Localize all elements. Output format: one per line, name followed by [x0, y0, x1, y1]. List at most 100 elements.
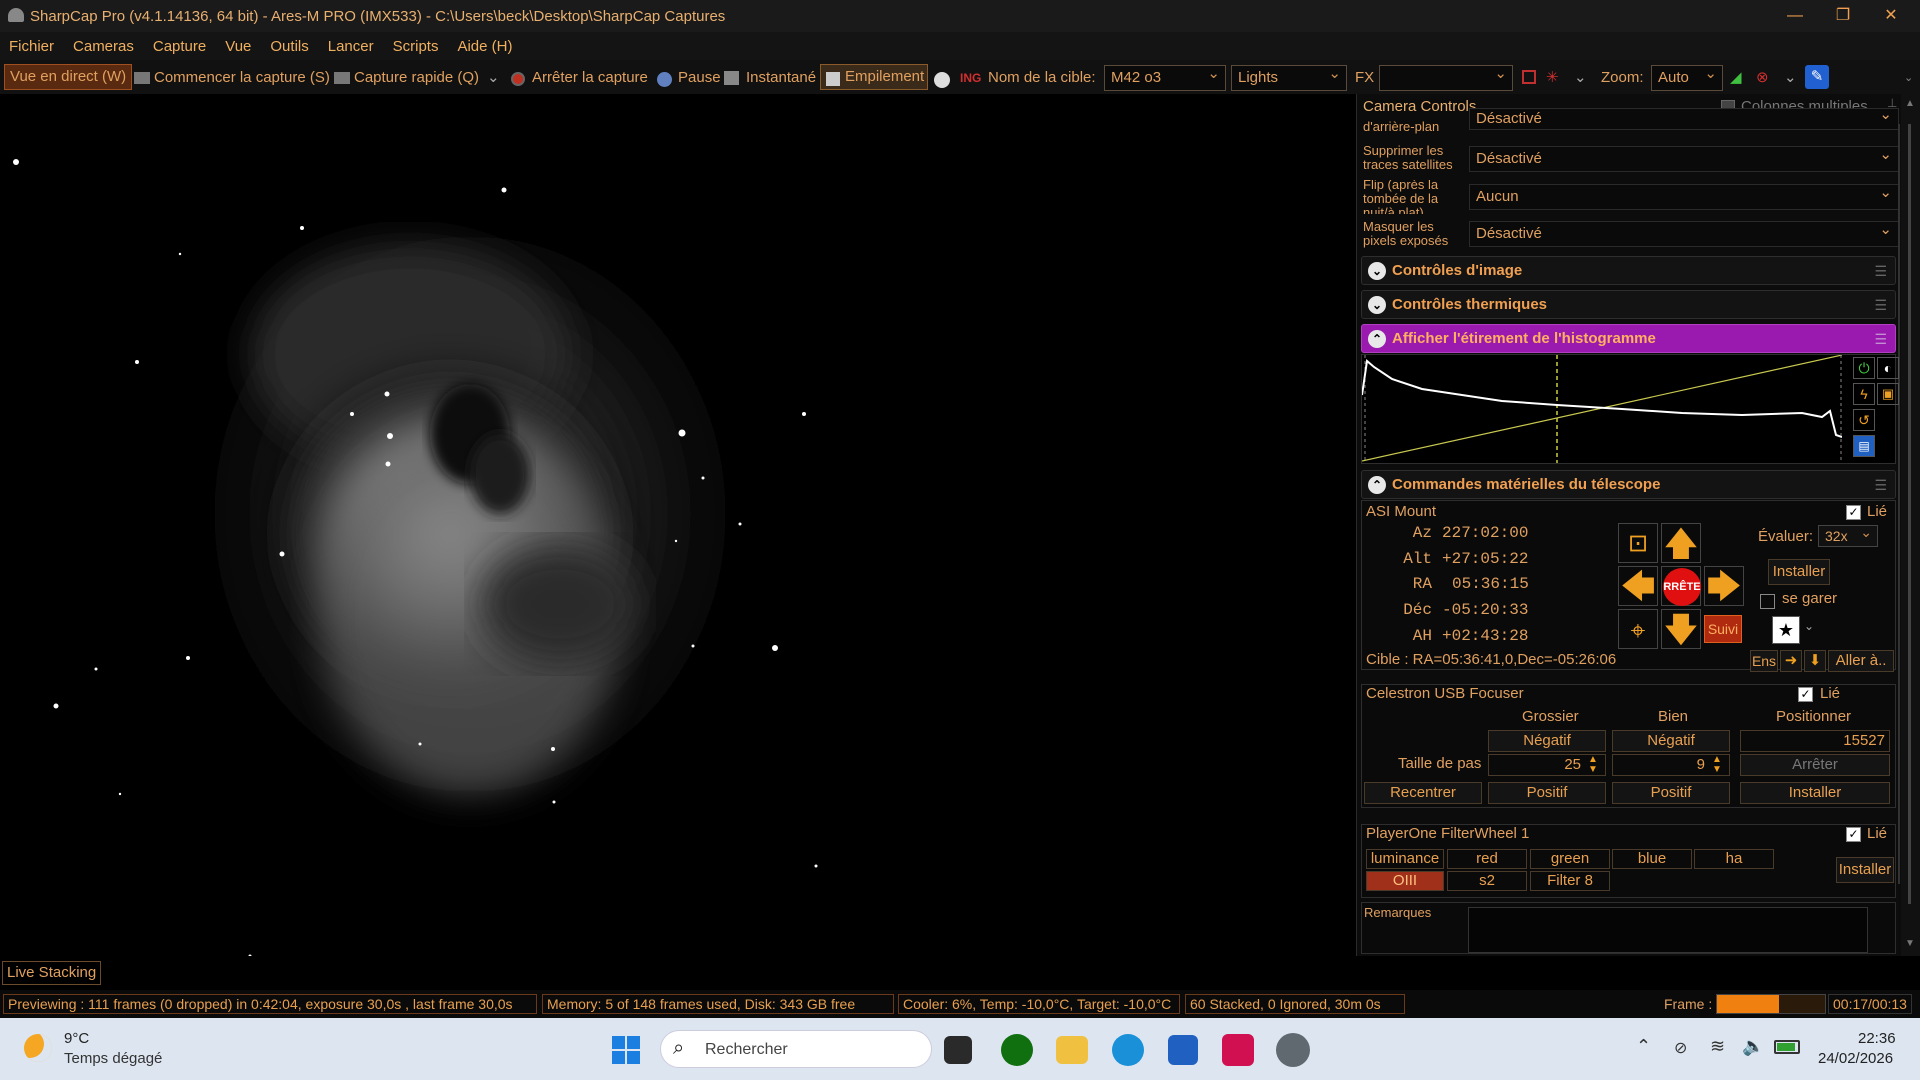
- mount-linked-checkbox[interactable]: ✓: [1846, 505, 1861, 520]
- weather-temp[interactable]: 9°C: [64, 1030, 89, 1047]
- live-view-image[interactable]: [0, 94, 864, 956]
- ir-icon[interactable]: ING: [960, 66, 981, 90]
- search-box[interactable]: ⌕ Rechercher: [660, 1030, 932, 1068]
- frame-type-select[interactable]: Lights: [1231, 62, 1347, 91]
- home-crosshair-icon[interactable]: ⌖: [1618, 609, 1658, 649]
- arrow-south-icon[interactable]: 🡇: [1661, 609, 1701, 649]
- contrast-icon[interactable]: ◐: [1877, 357, 1899, 379]
- chevron-up-icon[interactable]: ⌃: [1368, 476, 1386, 494]
- filter-s2[interactable]: s2: [1447, 871, 1527, 891]
- satellite-trails-select[interactable]: Désactivé: [1469, 143, 1899, 172]
- menu-scripts[interactable]: Scripts: [393, 38, 439, 55]
- coarse-spin-icon[interactable]: ▲ ▼: [1588, 755, 1598, 775]
- minimize-button[interactable]: —: [1772, 0, 1818, 32]
- filter-oiii[interactable]: OIII: [1366, 871, 1444, 891]
- chevron-down-icon[interactable]: ⌄: [1368, 262, 1386, 280]
- save-icon[interactable]: ▤: [1853, 435, 1875, 457]
- panel-scrollbar[interactable]: [1898, 124, 1900, 884]
- tray-chevron-icon[interactable]: ⌃: [1636, 1036, 1651, 1057]
- store-icon[interactable]: [1168, 1035, 1198, 1065]
- zoom-select[interactable]: Auto: [1651, 62, 1723, 91]
- section-image-controls[interactable]: ⌄ Contrôles d'image ☰: [1361, 256, 1896, 285]
- quick-capture-button[interactable]: Capture rapide (Q): [354, 66, 479, 90]
- snapshot-button[interactable]: Instantané: [746, 66, 816, 90]
- focuser-stop-button[interactable]: Arrêter: [1740, 754, 1890, 776]
- power-icon[interactable]: ⏻: [1853, 357, 1875, 379]
- toolbar-overflow-icon[interactable]: ⌄: [1904, 66, 1913, 90]
- flip-select[interactable]: Aucun: [1469, 181, 1899, 210]
- arrow-north-icon[interactable]: 🡅: [1661, 523, 1701, 563]
- dark-frame-icon[interactable]: [934, 72, 950, 88]
- menu-fichier[interactable]: Fichier: [9, 38, 54, 55]
- weather-moon-icon[interactable]: [24, 1034, 52, 1062]
- chevron-up-icon[interactable]: ⌃: [1368, 330, 1386, 348]
- fine-negative-button[interactable]: Négatif: [1612, 730, 1730, 752]
- start-capture-button[interactable]: Commencer la capture (S): [154, 66, 330, 90]
- menu-lancer[interactable]: Lancer: [328, 38, 374, 55]
- filter-red[interactable]: red: [1447, 849, 1527, 869]
- menu-vue[interactable]: Vue: [225, 38, 251, 55]
- scroll-thumb[interactable]: [1908, 124, 1911, 904]
- menu-capture[interactable]: Capture: [153, 38, 206, 55]
- section-histogram[interactable]: ⌃ Afficher l'étirement de l'histogramme …: [1361, 324, 1896, 353]
- task-view-icon[interactable]: [944, 1036, 972, 1064]
- filter-luminance[interactable]: luminance: [1366, 849, 1444, 869]
- filter-green[interactable]: green: [1530, 849, 1610, 869]
- menu-icon[interactable]: ☰: [1874, 297, 1887, 314]
- close-button[interactable]: ✕: [1868, 0, 1914, 32]
- focuser-install-button[interactable]: Installer: [1740, 782, 1890, 804]
- spiral-search-icon[interactable]: ⊡: [1618, 523, 1658, 563]
- star-icon[interactable]: ★: [1772, 616, 1800, 644]
- file-explorer-icon[interactable]: [1056, 1036, 1088, 1064]
- position-input[interactable]: 15527: [1740, 730, 1890, 752]
- hot-pixels-select[interactable]: Désactivé: [1469, 218, 1899, 247]
- scroll-up-icon[interactable]: ▲: [1905, 98, 1915, 109]
- menu-outils[interactable]: Outils: [270, 38, 308, 55]
- clock-time[interactable]: 22:36: [1858, 1030, 1896, 1047]
- live-stacking-tab[interactable]: Live Stacking: [2, 961, 102, 985]
- section-telescope[interactable]: ⌃ Commandes matérielles du télescope ☰: [1361, 470, 1896, 499]
- focus-star-icon[interactable]: ✳: [1546, 66, 1559, 90]
- target-name-input[interactable]: M42 o3: [1104, 62, 1226, 91]
- reticle-icon[interactable]: [1522, 70, 1536, 84]
- menu-icon[interactable]: ☰: [1874, 331, 1887, 348]
- edge-browser-icon[interactable]: [1112, 1034, 1144, 1066]
- network-off-icon[interactable]: ⊘: [1674, 1038, 1687, 1058]
- volume-icon[interactable]: 🔈: [1742, 1036, 1764, 1057]
- chevron-down-icon[interactable]: ⌄: [1368, 296, 1386, 314]
- fine-spin-icon[interactable]: ▲ ▼: [1712, 755, 1722, 775]
- wifi-icon[interactable]: ≋: [1710, 1036, 1725, 1057]
- coarse-positive-button[interactable]: Positif: [1488, 782, 1606, 804]
- target-icon[interactable]: ⊗: [1756, 66, 1769, 90]
- filter-blue[interactable]: blue: [1612, 849, 1692, 869]
- main-scrollbar[interactable]: ▲ ▼: [1901, 94, 1920, 956]
- focuser-linked-checkbox[interactable]: ✓: [1798, 687, 1813, 702]
- menu-icon[interactable]: ☰: [1874, 263, 1887, 280]
- histogram-area[interactable]: ⏻ ◐ ϟ ▣ ↺ ▤: [1361, 354, 1899, 464]
- section-thermal-controls[interactable]: ⌄ Contrôles thermiques ☰: [1361, 290, 1896, 319]
- goto-right-icon[interactable]: ➜: [1780, 650, 1802, 672]
- battery-icon[interactable]: [1774, 1040, 1800, 1054]
- reset-icon[interactable]: ↺: [1853, 409, 1875, 431]
- weather-desc[interactable]: Temps dégagé: [64, 1050, 162, 1067]
- lightning-icon[interactable]: ϟ: [1853, 383, 1875, 405]
- sharpcap-guide-icon[interactable]: [1001, 1034, 1033, 1066]
- goto-down-icon[interactable]: ⬇: [1804, 650, 1826, 672]
- filter-8[interactable]: Filter 8: [1530, 871, 1610, 891]
- clock-date[interactable]: 24/02/2026: [1818, 1050, 1893, 1067]
- notes-input[interactable]: [1468, 907, 1868, 953]
- park-checkbox[interactable]: [1760, 594, 1775, 609]
- overlay-dropdown-icon[interactable]: ⌄: [1574, 66, 1587, 90]
- pause-button[interactable]: Pause: [678, 66, 721, 90]
- sync-button[interactable]: Ens: [1750, 650, 1778, 672]
- filter-ha[interactable]: ha: [1694, 849, 1774, 869]
- star-dropdown-icon[interactable]: ⌄: [1804, 619, 1814, 633]
- fine-positive-button[interactable]: Positif: [1612, 782, 1730, 804]
- menu-icon[interactable]: ☰: [1874, 477, 1887, 494]
- goto-button[interactable]: Aller à..: [1828, 650, 1894, 672]
- filterwheel-install-button[interactable]: Installer: [1836, 857, 1894, 883]
- coarse-negative-button[interactable]: Négatif: [1488, 730, 1606, 752]
- tools-dropdown-icon[interactable]: ⌄: [1784, 66, 1797, 90]
- stop-mount-button[interactable]: RRÊTE: [1661, 566, 1701, 606]
- rate-select[interactable]: 32x: [1818, 522, 1878, 547]
